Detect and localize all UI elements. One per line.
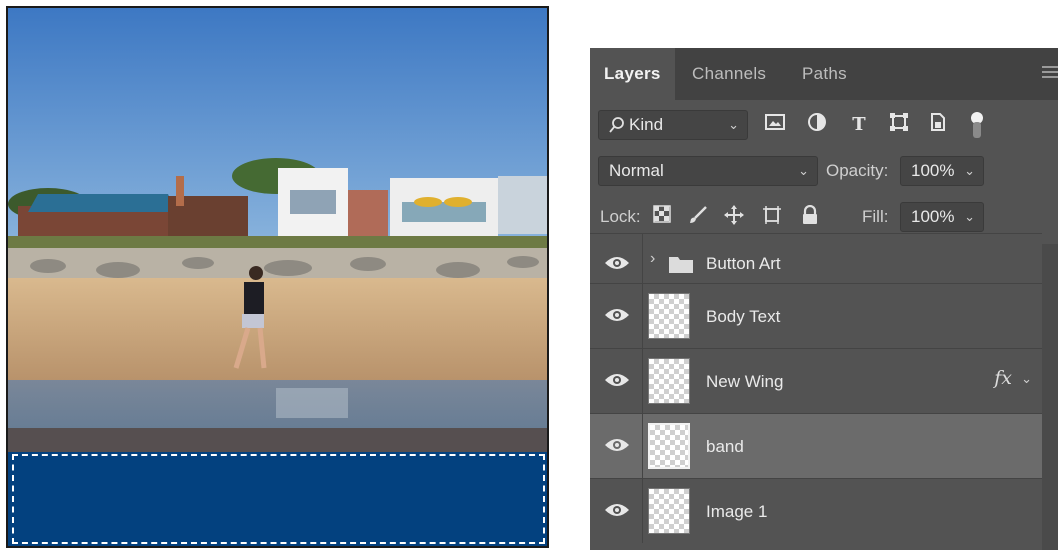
tab-layers[interactable]: Layers [590,48,675,100]
lock-label: Lock: [600,207,641,226]
chevron-right-icon[interactable]: › [650,250,655,268]
eye-icon[interactable] [604,436,630,454]
fill-value: 100% [911,207,955,226]
fx-icon[interactable]: fx [994,367,1012,389]
chevron-down-icon[interactable]: ⌄ [1021,371,1032,387]
layer-thumbnail [648,293,690,339]
adjustment-filter-icon[interactable] [804,112,830,138]
layer-row-image-1[interactable]: Image 1 [590,478,1042,543]
chevron-down-icon: ⌄ [728,117,739,132]
chevron-down-icon: ⌄ [964,209,975,224]
layer-name: Image 1 [706,502,768,521]
lock-position-icon[interactable] [722,205,746,229]
tab-channels[interactable]: Channels [678,48,780,100]
blend-mode-dropdown[interactable]: Normal ⌄ [598,156,818,186]
layers-scrollbar[interactable] [1042,244,1058,550]
lock-all-icon[interactable] [798,204,822,229]
layer-name: band [706,437,744,456]
shape-filter-icon[interactable] [886,112,912,138]
layer-row-new-wing[interactable]: New Wing fx ⌄ [590,348,1042,413]
layer-thumbnail [648,358,690,404]
image-filter-icon[interactable] [762,112,788,138]
divider [642,479,643,543]
chevron-down-icon: ⌄ [964,163,975,178]
lock-paint-icon[interactable] [686,205,710,229]
selection-marquee[interactable] [12,454,545,544]
layer-name: Body Text [706,307,781,326]
search-icon [609,117,624,133]
panel-menu-icon[interactable] [1042,66,1058,80]
divider [642,284,643,348]
divider [642,349,643,413]
layers-panel: Layers Channels Paths Kind ⌄ T Normal ⌄ … [590,48,1058,550]
document-canvas[interactable] [6,6,549,548]
eye-icon[interactable] [604,371,630,389]
blend-mode-value: Normal [609,161,664,180]
layer-thumbnail-selected [648,423,690,469]
opacity-label: Opacity: [826,161,889,180]
divider [642,414,643,478]
fill-field[interactable]: 100% ⌄ [900,202,984,232]
type-filter-icon[interactable]: T [846,112,872,138]
filter-kind-label: Kind [629,115,664,134]
eye-icon[interactable] [604,501,630,519]
lock-transparent-icon[interactable] [650,205,674,229]
opacity-field[interactable]: 100% ⌄ [900,156,984,186]
layer-name: New Wing [706,372,784,391]
filter-kind-dropdown[interactable]: Kind ⌄ [598,110,748,140]
layer-thumbnail [648,488,690,534]
panel-tab-bar: Layers Channels Paths [590,48,1058,100]
layer-row-body-text[interactable]: Body Text [590,283,1042,348]
layer-row-band[interactable]: band [590,413,1042,478]
folder-icon [669,257,693,273]
eye-icon[interactable] [604,306,630,324]
eye-icon[interactable] [604,254,630,272]
opacity-value: 100% [911,161,955,180]
chevron-down-icon: ⌄ [798,163,809,178]
fill-label: Fill: [862,207,889,226]
lock-artboard-icon[interactable] [760,205,784,229]
smart-object-filter-icon[interactable] [924,112,950,138]
tab-paths[interactable]: Paths [788,48,861,100]
filter-toggle-icon[interactable] [964,112,990,138]
